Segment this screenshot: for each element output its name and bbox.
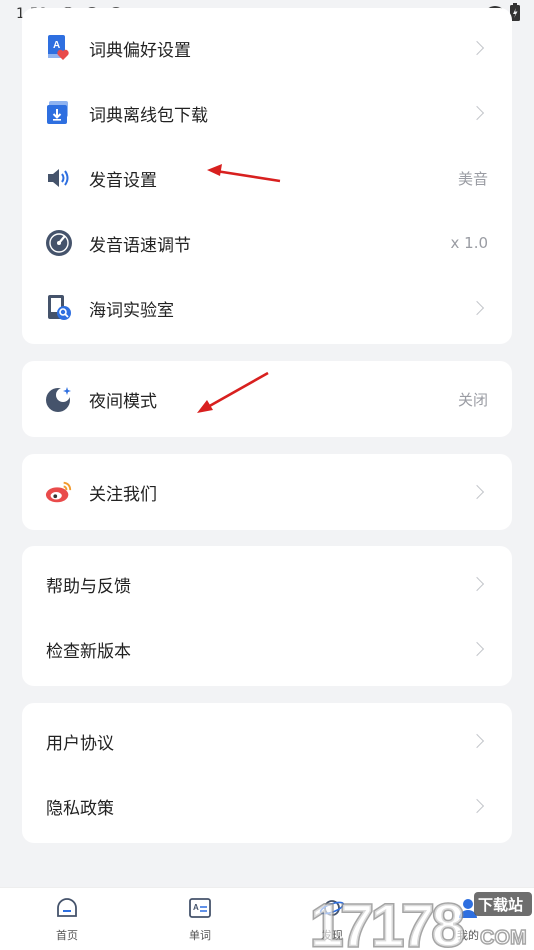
home-icon xyxy=(55,896,79,924)
red-arrow-icon xyxy=(207,164,281,183)
word-card-icon: A xyxy=(188,896,212,924)
annotation-arrows xyxy=(197,164,281,413)
svg-text:17178: 17178 xyxy=(310,892,463,950)
watermark-site: 下载站 xyxy=(478,896,523,914)
tab-label: 首页 xyxy=(56,929,78,942)
tab-words[interactable]: A 单词 xyxy=(160,888,240,950)
tab-home[interactable]: 首页 xyxy=(27,888,107,950)
watermark-logo: 17178 17178 下载站 COM xyxy=(309,891,532,950)
svg-text:A: A xyxy=(193,903,199,912)
watermark-com: COM xyxy=(480,927,527,949)
red-arrow-icon xyxy=(197,371,269,413)
tab-label: 单词 xyxy=(189,929,211,942)
